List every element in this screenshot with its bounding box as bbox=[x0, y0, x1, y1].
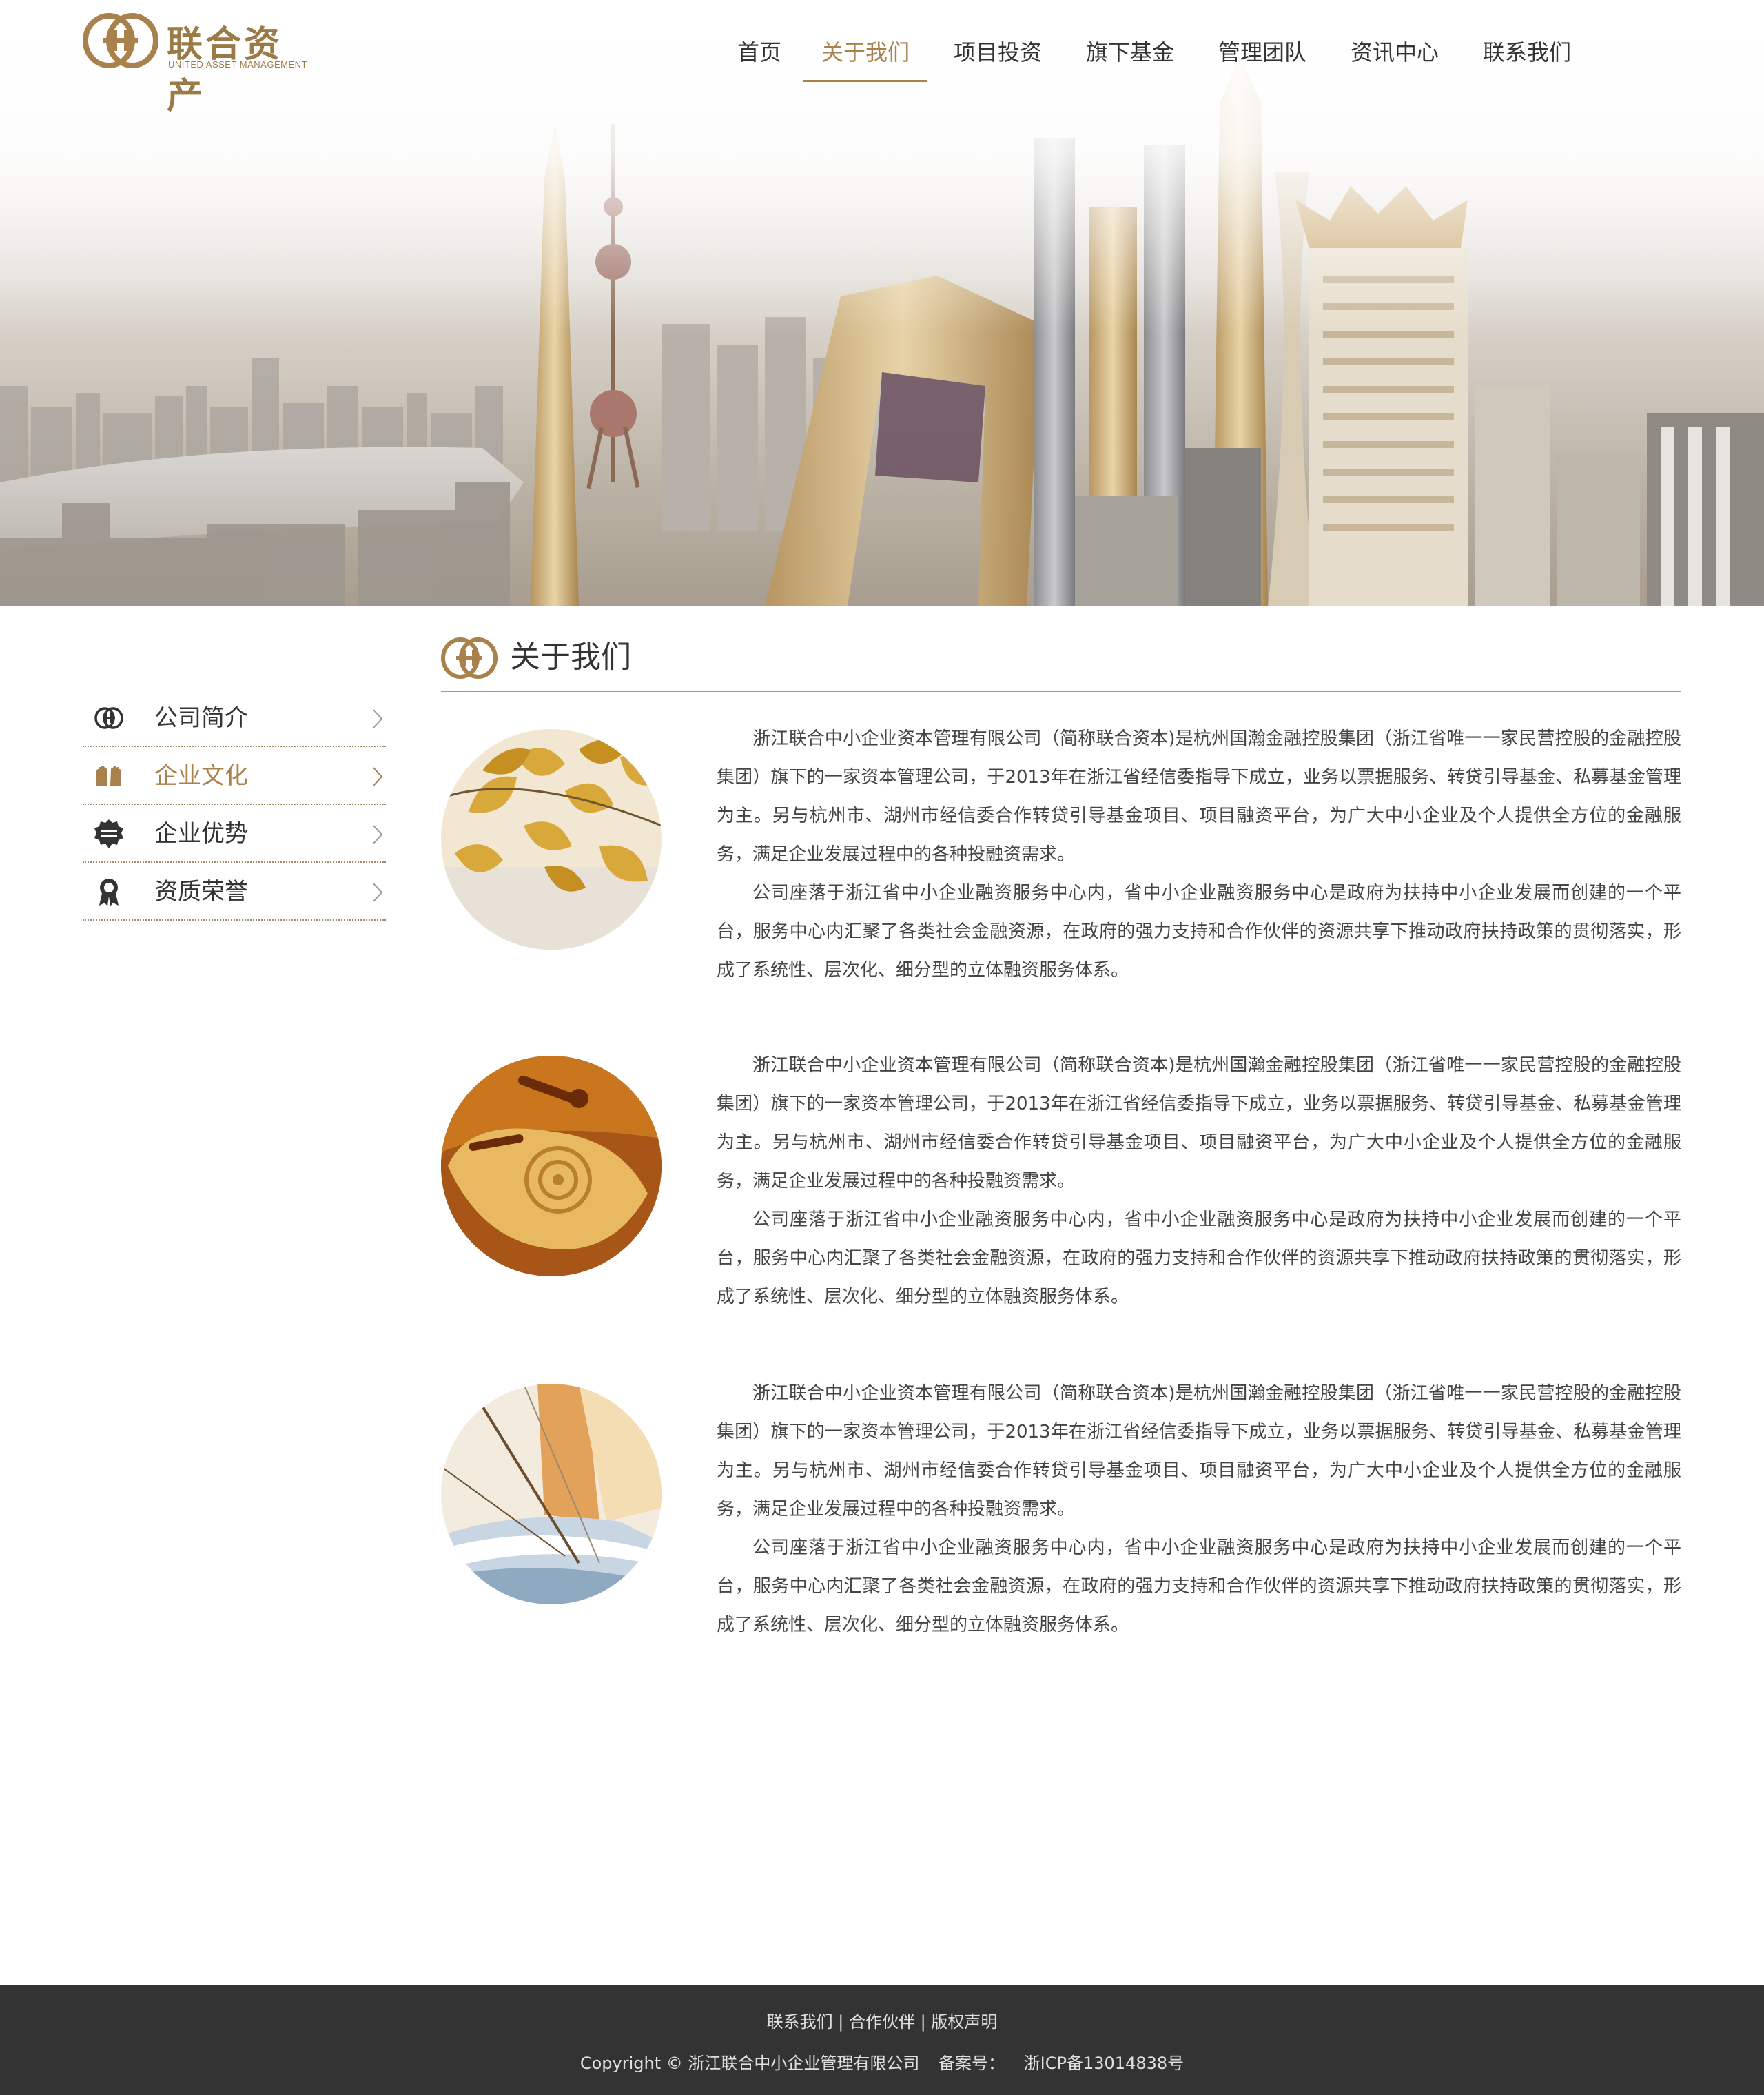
hands-icon bbox=[96, 766, 121, 786]
sidebar-item-label: 企业文化 bbox=[154, 762, 248, 790]
coin-logo-icon bbox=[94, 707, 123, 729]
article-paragraph: 公司座落于浙江省中小企业融资服务中心内，省中小企业融资服务中心是政府为扶持中小企… bbox=[717, 1209, 1681, 1307]
nav-funds[interactable]: 旗下基金 bbox=[1082, 25, 1178, 80]
sidebar-item-honors[interactable]: 资质荣誉 bbox=[83, 863, 386, 921]
sidebar: 公司简介 企业文化 企业优势 资质荣誉 bbox=[83, 689, 386, 921]
footer-link-copyright[interactable]: 版权声明 bbox=[931, 2012, 997, 2032]
coin-logo-icon bbox=[441, 637, 498, 679]
nav-projects[interactable]: 项目投资 bbox=[950, 25, 1046, 80]
icp-label: 备案号： bbox=[939, 2054, 1005, 2073]
chevron-right-icon bbox=[373, 767, 383, 786]
article-text: 浙江联合中小企业资本管理有限公司（简称联合资本)是杭州国瀚金融控股集团（浙江省唯… bbox=[717, 1374, 1681, 1644]
footer: 联系我们 | 合作伙伴 | 版权声明 Copyright © 浙江联合中小企业管… bbox=[0, 1985, 1764, 2095]
nav-team[interactable]: 管理团队 bbox=[1214, 25, 1311, 80]
article-paragraph: 公司座落于浙江省中小企业融资服务中心内，省中小企业融资服务中心是政府为扶持中小企… bbox=[717, 1537, 1681, 1635]
section-header: 关于我们 bbox=[441, 627, 1681, 692]
footer-copyright: Copyright © 浙江联合中小企业管理有限公司 备案号： 浙ICP备130… bbox=[0, 2050, 1764, 2074]
copyright-text: Copyright © 浙江联合中小企业管理有限公司 bbox=[580, 2054, 920, 2073]
sidebar-item-label: 资质荣誉 bbox=[154, 878, 248, 906]
brand-name-en: UNITED ASSET MANAGEMENT bbox=[168, 59, 307, 70]
nav-contact[interactable]: 联系我们 bbox=[1479, 25, 1575, 80]
article-paragraph: 浙江联合中小企业资本管理有限公司（简称联合资本)是杭州国瀚金融控股集团（浙江省唯… bbox=[717, 1383, 1681, 1520]
chevron-right-icon bbox=[373, 883, 383, 902]
coin-logo-icon bbox=[83, 13, 158, 68]
brand-logo[interactable]: 联合资产 UNITED ASSET MANAGEMENT bbox=[83, 12, 317, 117]
article-text: 浙江联合中小企业资本管理有限公司（简称联合资本)是杭州国瀚金融控股集团（浙江省唯… bbox=[717, 719, 1681, 990]
footer-link-contact[interactable]: 联系我们 bbox=[767, 2012, 833, 2032]
sidebar-item-label: 企业优势 bbox=[154, 820, 248, 848]
footer-links: 联系我们 | 合作伙伴 | 版权声明 bbox=[0, 2008, 1764, 2032]
best-choice-badge-icon bbox=[94, 819, 123, 848]
article-paragraph: 浙江联合中小企业资本管理有限公司（简称联合资本)是杭州国瀚金融控股集团（浙江省唯… bbox=[717, 1055, 1681, 1192]
footer-separator: | bbox=[920, 2012, 932, 2032]
nav-about[interactable]: 关于我们 bbox=[803, 25, 927, 82]
article-item: 浙江联合中小企业资本管理有限公司（简称联合资本)是杭州国瀚金融控股集团（浙江省唯… bbox=[441, 1055, 1681, 1331]
hero-banner: 联合资产 UNITED ASSET MANAGEMENT 首页 关于我们 项目投… bbox=[0, 0, 1764, 606]
ginkgo-leaves-photo bbox=[441, 729, 662, 950]
page-title: 关于我们 bbox=[510, 640, 631, 675]
nav-home[interactable]: 首页 bbox=[728, 25, 791, 80]
chevron-right-icon bbox=[373, 825, 383, 844]
article-paragraph: 公司座落于浙江省中小企业融资服务中心内，省中小企业融资服务中心是政府为扶持中小企… bbox=[717, 883, 1681, 981]
chevron-right-icon bbox=[373, 709, 383, 728]
sidebar-item-company-profile[interactable]: 公司简介 bbox=[83, 689, 386, 747]
nav-news[interactable]: 资讯中心 bbox=[1346, 25, 1443, 80]
main-content: 关于我们 浙江联合中小企业资本管理有限公司（简称联合资本)是杭州国瀚金融控股集团… bbox=[441, 627, 1681, 1635]
article-item: 浙江联合中小企业资本管理有限公司（简称联合资本)是杭州国瀚金融控股集团（浙江省唯… bbox=[441, 1383, 1681, 1659]
sidebar-item-label: 公司简介 bbox=[154, 704, 248, 732]
article-paragraph: 浙江联合中小企业资本管理有限公司（简称联合资本)是杭州国瀚金融控股集团（浙江省唯… bbox=[717, 728, 1681, 865]
article-text: 浙江联合中小企业资本管理有限公司（简称联合资本)是杭州国瀚金融控股集团（浙江省唯… bbox=[717, 1046, 1681, 1316]
sidebar-item-corporate-culture[interactable]: 企业文化 bbox=[83, 747, 386, 805]
violin-scroll-photo bbox=[441, 1056, 662, 1276]
footer-link-partners[interactable]: 合作伙伴 bbox=[849, 2012, 915, 2032]
article-item: 浙江联合中小企业资本管理有限公司（简称联合资本)是杭州国瀚金融控股集团（浙江省唯… bbox=[441, 728, 1681, 1005]
icp-number: 浙ICP备13014838号 bbox=[1023, 2054, 1184, 2073]
award-ribbon-icon bbox=[99, 879, 119, 906]
sidebar-item-advantages[interactable]: 企业优势 bbox=[83, 805, 386, 863]
footer-separator: | bbox=[838, 2012, 849, 2032]
sailboat-photo bbox=[441, 1384, 662, 1604]
